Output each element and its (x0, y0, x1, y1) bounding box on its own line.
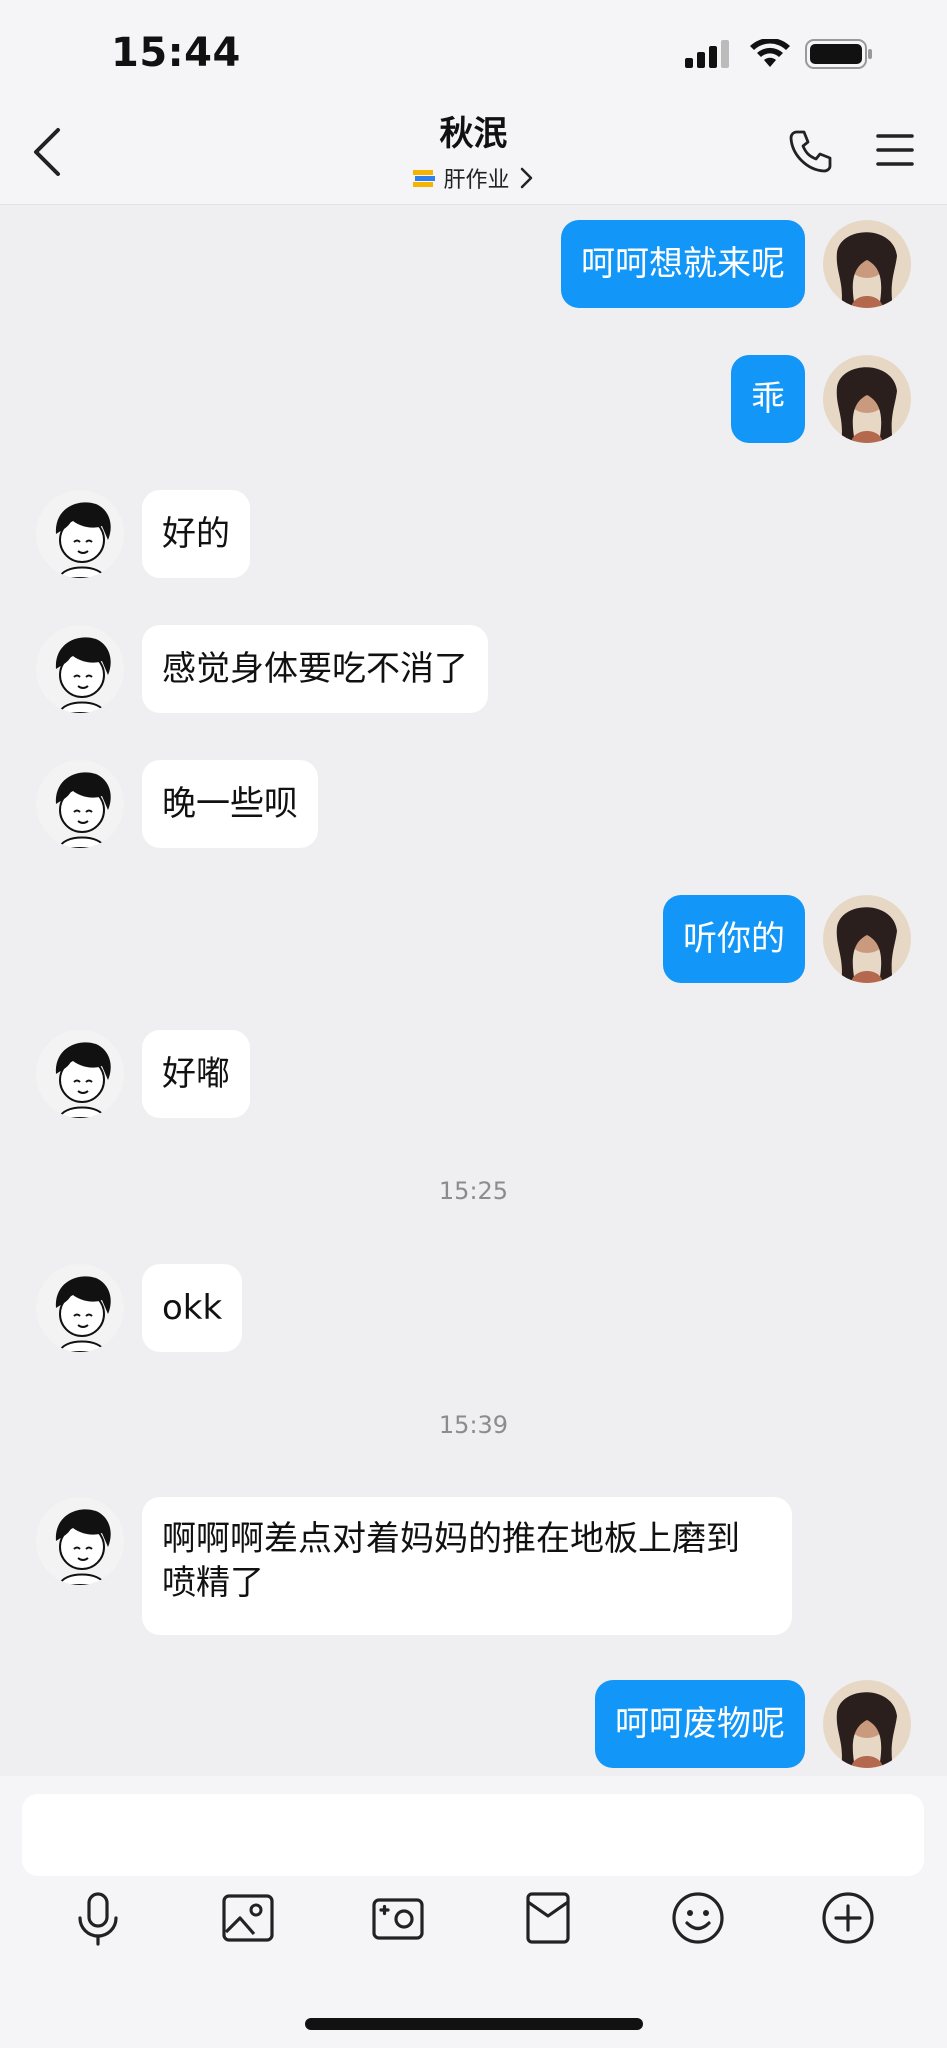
emoji-button[interactable] (668, 1888, 728, 1948)
avatar[interactable] (36, 760, 124, 848)
red-packet-icon (526, 1892, 570, 1944)
input-area (0, 1776, 947, 2048)
message-bubble[interactable]: 呵呵想就来呢 (561, 220, 805, 308)
avatar[interactable] (823, 220, 911, 308)
contact-avatar-icon (36, 625, 124, 713)
user-avatar-icon (823, 895, 911, 983)
signal-icon (685, 40, 729, 68)
menu-icon (876, 134, 914, 166)
chat-screen: 15:44 秋泯 肝作业 呵呵想就来呢 乖 好的 感觉身体要吃不消了 晚一些呗 … (0, 0, 947, 2048)
chat-header: 秋泯 肝作业 (0, 100, 947, 205)
camera-icon (372, 1898, 424, 1940)
message-input[interactable] (22, 1794, 924, 1876)
voice-call-button[interactable] (785, 126, 835, 176)
timestamp: 15:39 (438, 1411, 509, 1439)
status-time: 15:44 (111, 30, 241, 76)
avatar[interactable] (823, 895, 911, 983)
message-bubble[interactable]: 好的 (142, 490, 250, 578)
message-bubble[interactable]: 呵呵废物呢 (595, 1680, 805, 1768)
contact-avatar-icon (36, 1497, 124, 1585)
message-bubble[interactable]: 感觉身体要吃不消了 (142, 625, 488, 713)
contact-avatar-icon (36, 1030, 124, 1118)
home-indicator (305, 2018, 643, 2030)
phone-icon (789, 130, 832, 173)
avatar[interactable] (36, 625, 124, 713)
status-icons (685, 38, 875, 70)
camera-button[interactable] (368, 1888, 428, 1948)
avatar[interactable] (823, 1680, 911, 1768)
message-bubble[interactable]: 啊啊啊差点对着妈妈的推在地板上磨到喷精了 (142, 1497, 792, 1635)
message-bubble[interactable]: 好嘟 (142, 1030, 250, 1118)
plus-icon (822, 1892, 874, 1944)
red-packet-button[interactable] (518, 1888, 578, 1948)
contact-avatar-icon (36, 1264, 124, 1352)
emoji-icon (672, 1892, 724, 1944)
avatar[interactable] (36, 1030, 124, 1118)
user-avatar-icon (823, 220, 911, 308)
chevron-right-icon (520, 167, 532, 189)
battery-icon (805, 39, 872, 69)
more-button[interactable] (818, 1888, 878, 1948)
input-toolbar (0, 1888, 947, 1988)
user-avatar-icon (823, 1680, 911, 1768)
photo-button[interactable] (218, 1888, 278, 1948)
message-bubble[interactable]: 晚一些呗 (142, 760, 318, 848)
message-bubble[interactable]: okk (142, 1264, 243, 1352)
books-icon (413, 170, 436, 187)
user-avatar-icon (823, 355, 911, 443)
chat-status-label: 肝作业 (443, 168, 510, 193)
microphone-icon (78, 1892, 118, 1946)
status-bar: 15:44 (0, 0, 947, 112)
avatar[interactable] (36, 490, 124, 578)
wifi-icon (750, 39, 790, 67)
avatar[interactable] (823, 355, 911, 443)
message-bubble[interactable]: 乖 (731, 355, 805, 443)
menu-button[interactable] (875, 130, 915, 170)
avatar[interactable] (36, 1497, 124, 1585)
message-bubble[interactable]: 听你的 (663, 895, 805, 983)
contact-avatar-icon (36, 490, 124, 578)
voice-button[interactable] (68, 1888, 128, 1948)
contact-avatar-icon (36, 760, 124, 848)
avatar[interactable] (36, 1264, 124, 1352)
timestamp: 15:25 (438, 1177, 509, 1205)
image-icon (222, 1894, 274, 1942)
